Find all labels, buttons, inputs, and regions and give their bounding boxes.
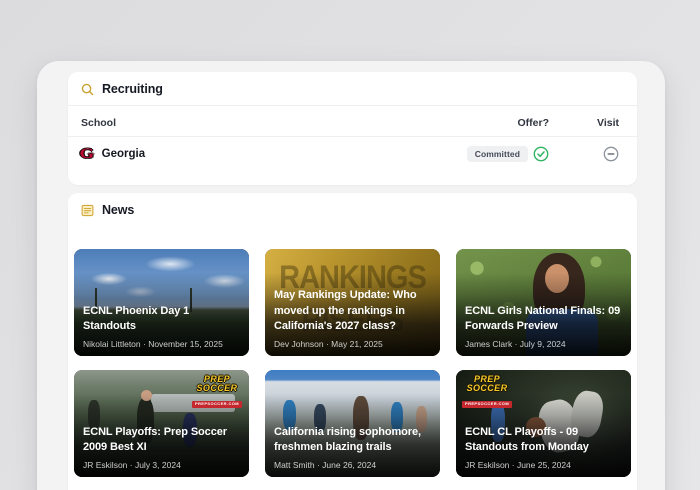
table-header-row: School Offer? Visit (68, 106, 637, 136)
news-item-ecnl-playoffs-best-xi[interactable]: PREP SOCCER PREPSOCCER.COM ECNL Playoffs… (74, 370, 249, 477)
news-icon (81, 204, 94, 216)
news-grid: ECNL Phoenix Day 1 Standouts Nikolai Lit… (68, 249, 637, 477)
app-panel: Recruiting School Offer? Visit G Georgia… (37, 61, 665, 490)
minus-circle-icon (603, 146, 619, 162)
news-item-may-rankings[interactable]: RANKINGS RISERS May Rankings Update: Who… (265, 249, 440, 356)
news-item-title: ECNL CL Playoffs - 09 Standouts from Mon… (465, 425, 589, 454)
col-offer-header: Offer? (517, 117, 550, 129)
news-item-cl-playoffs-standouts[interactable]: PREP SOCCER PREPSOCCER.COM ECNL CL Playo… (456, 370, 631, 477)
check-circle-icon (533, 146, 549, 162)
news-item-meta: Nikolai Littleton · November 15, 2025 (83, 339, 223, 349)
news-item-title: May Rankings Update: Who moved up the ra… (274, 289, 417, 333)
georgia-logo-icon: G (79, 145, 95, 162)
news-header: News (68, 193, 637, 226)
news-title: News (102, 203, 135, 217)
prep-soccer-logo: PREP SOCCER PREPSOCCER.COM (462, 375, 513, 409)
recruiting-title: Recruiting (102, 82, 163, 96)
recruiting-header: Recruiting (68, 72, 637, 105)
news-item-meta: Dev Johnson · May 21, 2025 (274, 339, 383, 349)
col-visit-header: Visit (597, 117, 619, 129)
news-item-ecnl-phoenix[interactable]: ECNL Phoenix Day 1 Standouts Nikolai Lit… (74, 249, 249, 356)
news-item-title: ECNL Phoenix Day 1 Standouts (83, 304, 190, 333)
col-school-header: School (81, 117, 117, 129)
news-item-meta: JR Eskilson · July 3, 2024 (83, 460, 181, 470)
search-icon (81, 83, 94, 95)
news-item-meta: Matt Smith · June 26, 2024 (274, 460, 377, 470)
news-item-meta: JR Eskilson · June 25, 2024 (465, 460, 571, 470)
committed-badge: Committed (466, 146, 528, 162)
news-card: News ECNL Phoenix Day 1 Standouts Nikola… (68, 193, 637, 490)
news-item-meta: James Clark · July 9, 2024 (465, 339, 566, 349)
news-item-title: ECNL Girls National Finals: 09 Forwards … (465, 304, 621, 333)
news-item-california-rising[interactable]: California rising sophomore, freshmen bl… (265, 370, 440, 477)
recruiting-card: Recruiting School Offer? Visit G Georgia… (68, 72, 637, 185)
news-item-girls-national-finals[interactable]: ECNL Girls National Finals: 09 Forwards … (456, 249, 631, 356)
prep-soccer-logo: PREP SOCCER PREPSOCCER.COM (191, 375, 242, 409)
news-item-title: California rising sophomore, freshmen bl… (274, 425, 421, 454)
school-row[interactable]: G Georgia Committed (68, 137, 637, 172)
school-name: Georgia (101, 148, 146, 160)
news-item-title: ECNL Playoffs: Prep Soccer 2009 Best XI (83, 425, 227, 454)
